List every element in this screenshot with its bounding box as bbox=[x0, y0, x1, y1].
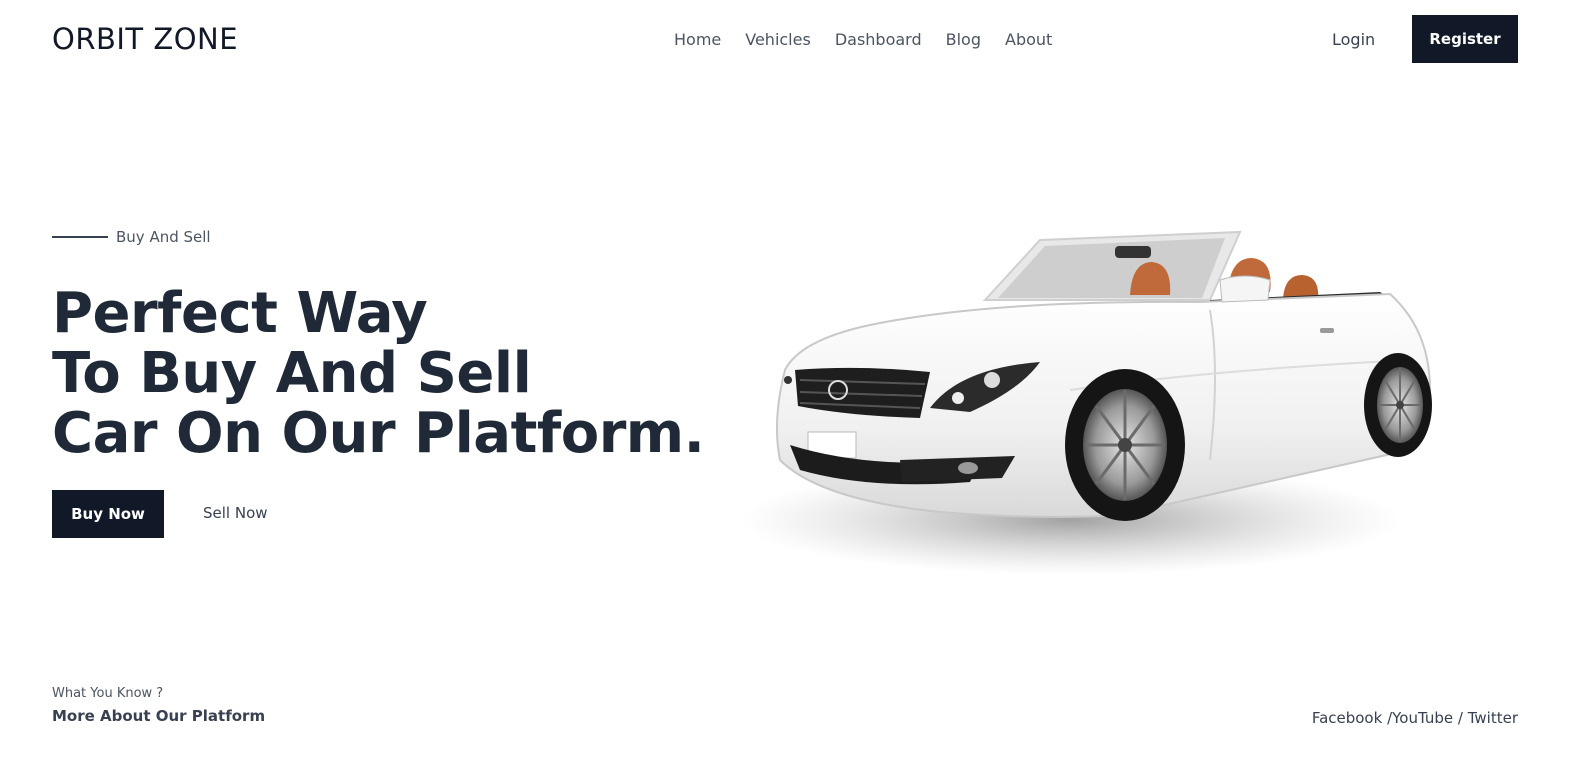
hero-eyebrow: Buy And Sell bbox=[52, 228, 211, 246]
eyebrow-line bbox=[52, 236, 108, 238]
more-about-link[interactable]: More About Our Platform bbox=[52, 707, 265, 725]
hero-headline: Perfect Way To Buy And Sell Car On Our P… bbox=[52, 281, 705, 466]
headline-line-3: Car On Our Platform. bbox=[52, 401, 705, 466]
logo[interactable]: ORBIT ZONE bbox=[52, 22, 238, 56]
nav-dashboard[interactable]: Dashboard bbox=[835, 30, 922, 49]
footer-question: What You Know ? bbox=[52, 686, 164, 701]
youtube-link[interactable]: YouTube bbox=[1392, 709, 1453, 727]
buy-now-button[interactable]: Buy Now bbox=[52, 490, 164, 538]
social-separator: / bbox=[1453, 709, 1468, 727]
nav-home[interactable]: Home bbox=[674, 30, 721, 49]
nav-vehicles[interactable]: Vehicles bbox=[745, 30, 811, 49]
twitter-link[interactable]: Twitter bbox=[1468, 709, 1518, 727]
facebook-link[interactable]: Facebook bbox=[1312, 709, 1382, 727]
nav-blog[interactable]: Blog bbox=[946, 30, 981, 49]
eyebrow-text: Buy And Sell bbox=[116, 228, 211, 246]
headline-line-1: Perfect Way bbox=[52, 281, 428, 346]
main-nav: Home Vehicles Dashboard Blog About bbox=[674, 30, 1052, 49]
social-separator: / bbox=[1382, 709, 1393, 727]
site-header: ORBIT ZONE Home Vehicles Dashboard Blog … bbox=[0, 0, 1582, 80]
nav-about[interactable]: About bbox=[1005, 30, 1052, 49]
headline-line-2: To Buy And Sell bbox=[52, 341, 532, 406]
footer-info: What You Know ? More About Our Platform bbox=[52, 686, 265, 725]
sell-now-link[interactable]: Sell Now bbox=[203, 504, 268, 522]
white-convertible-car-image bbox=[740, 230, 1432, 575]
login-link[interactable]: Login bbox=[1332, 30, 1375, 49]
social-links: Facebook /YouTube / Twitter bbox=[1312, 709, 1518, 727]
register-button[interactable]: Register bbox=[1412, 15, 1518, 63]
